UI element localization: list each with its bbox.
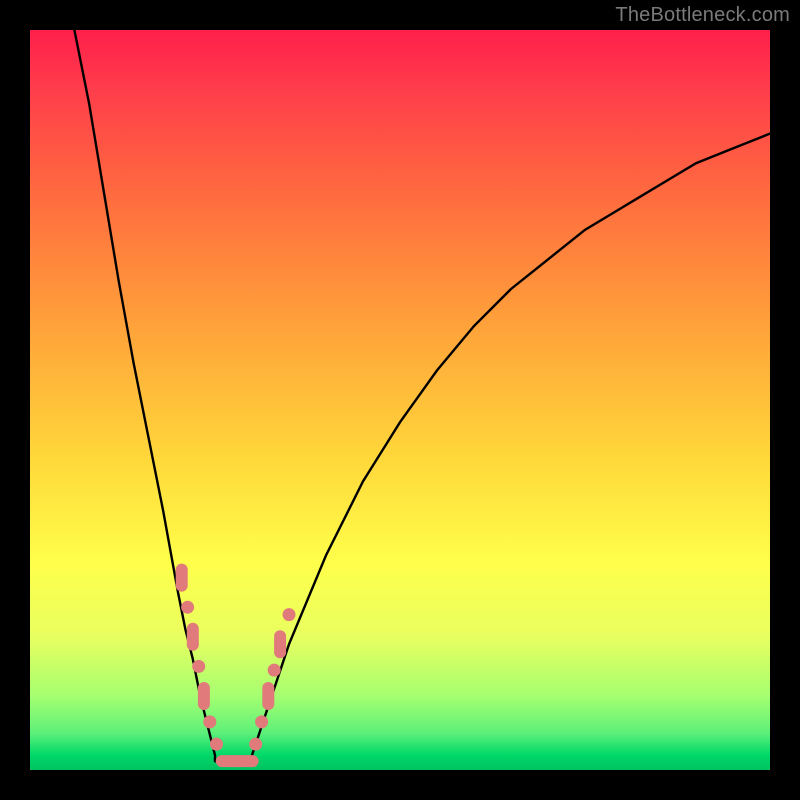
curve-marker <box>176 564 188 592</box>
curve-marker <box>283 608 296 621</box>
curve-marker <box>181 601 194 614</box>
curve-marker <box>198 682 210 710</box>
curve-marker <box>268 664 281 677</box>
curve-layer <box>74 30 770 766</box>
marker-layer <box>176 564 296 768</box>
curve-marker <box>249 738 262 751</box>
plot-svg <box>30 30 770 770</box>
curve-marker <box>187 623 199 651</box>
curve-marker <box>231 755 259 767</box>
watermark-text: TheBottleneck.com <box>615 4 790 27</box>
bottleneck-curve <box>74 30 770 766</box>
curve-marker <box>255 715 268 728</box>
curve-marker <box>203 715 216 728</box>
curve-marker <box>262 682 274 710</box>
plot-area <box>30 30 770 770</box>
chart-frame: TheBottleneck.com <box>0 0 800 800</box>
curve-marker <box>274 630 286 658</box>
curve-marker <box>192 660 205 673</box>
curve-marker <box>210 738 223 751</box>
